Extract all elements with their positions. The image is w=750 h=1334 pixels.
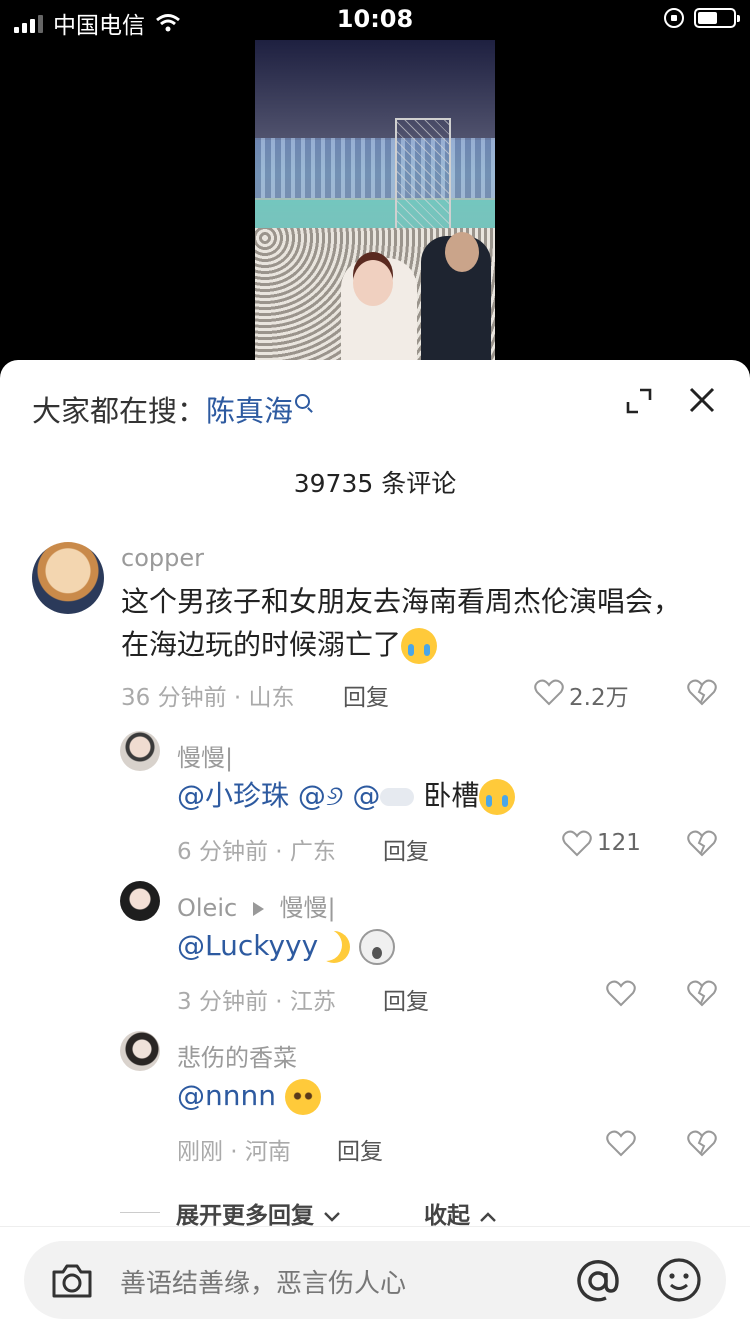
clock: 10:08 xyxy=(336,5,414,33)
expand-icon[interactable] xyxy=(626,388,652,414)
avatar[interactable] xyxy=(120,731,160,771)
rotation-lock-icon xyxy=(664,8,684,28)
status-bar: 中国电信 10:08 xyxy=(0,0,750,40)
reply-text: @小珍珠 @୬ @ 卧槽 xyxy=(177,774,516,817)
mention-link[interactable]: @୬ xyxy=(298,779,344,812)
camera-icon[interactable] xyxy=(50,1260,94,1300)
like-count: 2.2万 xyxy=(569,685,629,711)
reply-text: @nnnn xyxy=(177,1074,321,1117)
like-count: 121 xyxy=(597,830,641,856)
reply-button[interactable]: 回复 xyxy=(337,1132,383,1166)
comment-count: 39735 条评论 xyxy=(293,469,457,498)
crying-face-icon xyxy=(479,779,516,815)
battery-icon xyxy=(694,8,740,28)
reply-username[interactable]: 悲伤的香菜 xyxy=(177,1038,297,1073)
comment-username[interactable]: copper xyxy=(121,544,204,572)
comment-text: 这个男孩子和女朋友去海南看周杰伦演唱会，在海边玩的时候溺亡了 xyxy=(121,580,681,666)
avatar[interactable] xyxy=(120,881,160,921)
mention-at-icon[interactable] xyxy=(576,1259,620,1303)
reply-button[interactable]: 回复 xyxy=(383,832,429,866)
moon-icon xyxy=(318,931,350,963)
heart-icon[interactable] xyxy=(562,829,592,857)
reply-meta: 刚刚 · 河南 xyxy=(177,1139,291,1165)
reply-arrow-icon xyxy=(252,902,264,916)
trending-search[interactable]: 大家都在搜：陈真海 xyxy=(32,388,311,430)
pleading-face-icon xyxy=(284,1079,321,1115)
video-player[interactable] xyxy=(255,40,495,360)
thread-controls: 展开更多回复 收起 xyxy=(120,1196,720,1230)
broken-heart-icon[interactable] xyxy=(687,1129,717,1157)
crying-face-icon xyxy=(401,628,438,664)
avatar[interactable] xyxy=(120,1031,160,1071)
broken-heart-icon[interactable] xyxy=(687,979,717,1007)
heart-icon[interactable] xyxy=(606,979,636,1007)
chevron-down-icon xyxy=(324,1211,340,1222)
broken-heart-icon[interactable] xyxy=(687,829,717,857)
heart-icon[interactable] xyxy=(606,1129,636,1157)
reply-button[interactable]: 回复 xyxy=(383,982,429,1016)
reply-button[interactable]: 回复 xyxy=(343,678,389,712)
mention-link[interactable]: @Luckyyy xyxy=(177,929,318,962)
reply-username[interactable]: 慢慢| xyxy=(177,738,233,773)
mention-link[interactable]: @nnnn xyxy=(177,1079,276,1112)
expand-more-replies-button[interactable]: 展开更多回复 xyxy=(176,1196,342,1230)
emoji-face-icon[interactable] xyxy=(656,1257,702,1303)
divider xyxy=(120,1212,160,1213)
trending-search-label: 大家都在搜： xyxy=(32,394,207,428)
mention-link[interactable]: @ xyxy=(352,779,380,812)
reply-meta: 3 分钟前 · 江苏 xyxy=(177,989,336,1015)
comment-meta: 36 分钟前 · 山东 xyxy=(121,685,295,711)
collapse-replies-button[interactable]: 收起 xyxy=(424,1196,498,1230)
comment-input-bar: 善语结善缘，恶言伤人心 xyxy=(0,1226,750,1334)
close-icon[interactable] xyxy=(686,384,718,416)
mention-link[interactable]: @小珍珠 xyxy=(177,779,289,812)
heart-icon[interactable] xyxy=(534,678,564,706)
broken-heart-icon[interactable] xyxy=(687,678,717,706)
reply-meta: 6 分钟前 · 广东 xyxy=(177,839,336,865)
search-icon xyxy=(295,394,311,409)
cloud-icon xyxy=(380,788,415,806)
trending-search-term[interactable]: 陈真海 xyxy=(206,394,293,428)
reply-text: @Luckyyy xyxy=(177,924,396,967)
input-placeholder: 善语结善缘，恶言伤人心 xyxy=(120,1269,407,1299)
shocked-face-icon xyxy=(359,929,396,965)
comment-sheet: 大家都在搜：陈真海 39735 条评论 copper 这个男孩子和女朋友去海南看… xyxy=(0,360,750,1334)
reply-username: Oleic 慢慢| xyxy=(177,894,336,922)
avatar[interactable] xyxy=(32,542,104,614)
chevron-up-icon xyxy=(480,1211,496,1222)
comment-input[interactable]: 善语结善缘，恶言伤人心 xyxy=(24,1241,726,1319)
